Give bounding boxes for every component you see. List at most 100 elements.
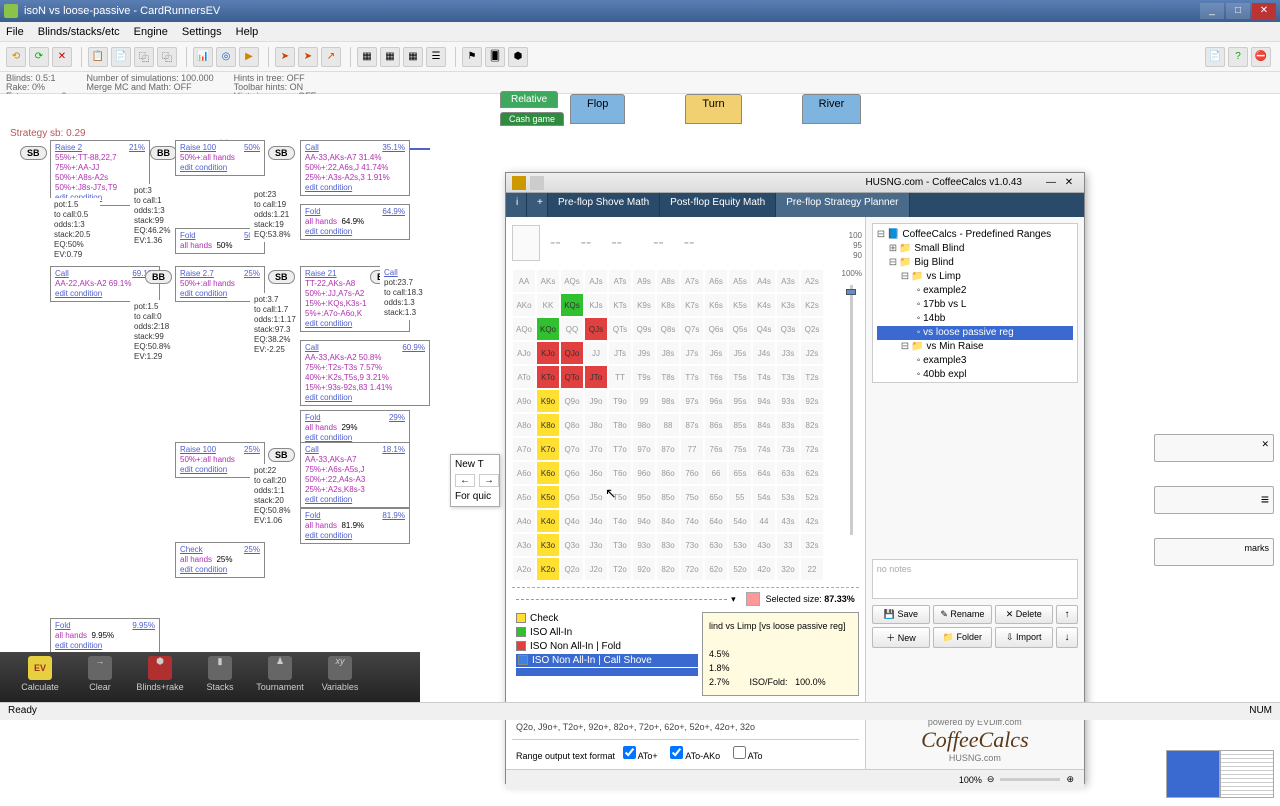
cc-tab-equity[interactable]: Post-flop Equity Math: [660, 193, 776, 217]
arrow1-icon[interactable]: ➤: [275, 47, 295, 67]
grid-cell[interactable]: K8s: [656, 293, 680, 317]
grid-cell[interactable]: 94s: [752, 389, 776, 413]
node-sb2-call[interactable]: Call35.1% AA-33,AKs-A7 31.4% 50%+:22,A6s…: [300, 140, 410, 196]
tournament-button[interactable]: ♟Tournament: [250, 656, 310, 698]
grid-cell[interactable]: 92s: [800, 389, 824, 413]
new-label[interactable]: New T: [455, 459, 484, 470]
new-button[interactable]: ＋ New: [872, 627, 930, 648]
grid-cell[interactable]: A5s: [728, 269, 752, 293]
grid-cell[interactable]: 84o: [656, 509, 680, 533]
grid-cell[interactable]: J9o: [584, 389, 608, 413]
cash-tab[interactable]: Cash game: [500, 112, 564, 126]
grid-cell[interactable]: 62s: [800, 461, 824, 485]
side-close-box[interactable]: ✕: [1154, 434, 1274, 462]
grid-cell[interactable]: QTo: [560, 365, 584, 389]
node-sb6-fold[interactable]: Fold81.9% all hands 81.9% edit condition: [300, 508, 410, 544]
grid-cell[interactable]: 62o: [704, 557, 728, 581]
grid-cell[interactable]: 52s: [800, 485, 824, 509]
node-sb5-call[interactable]: Call60.9% AA-33,AKs-A2 50.8% 75%+:T2s-T3…: [300, 340, 430, 406]
grid-cell[interactable]: 95o: [632, 485, 656, 509]
grid-cell[interactable]: 43s: [776, 509, 800, 533]
folder-button[interactable]: 📁 Folder: [933, 627, 991, 648]
dup2-icon[interactable]: ⿻: [157, 47, 177, 67]
grid-cell[interactable]: 72s: [800, 437, 824, 461]
grid-cell[interactable]: A6s: [704, 269, 728, 293]
grid-cell[interactable]: A7s: [680, 269, 704, 293]
grid-cell[interactable]: 53o: [728, 533, 752, 557]
node-sb5-fold[interactable]: Fold29% all hands 29% edit condition: [300, 410, 410, 446]
grid-cell[interactable]: 86s: [704, 413, 728, 437]
grid-cell[interactable]: 85s: [728, 413, 752, 437]
grid3-icon[interactable]: ▦: [403, 47, 423, 67]
grid-cell[interactable]: AJo: [512, 341, 536, 365]
dup-icon[interactable]: ⿻: [134, 47, 154, 67]
grid-cell[interactable]: 87o: [656, 437, 680, 461]
fmt-atoako[interactable]: ATo-AKo: [670, 751, 720, 761]
grid-cell[interactable]: A2o: [512, 557, 536, 581]
grid-cell[interactable]: 65s: [728, 461, 752, 485]
grid-cell[interactable]: Q7o: [560, 437, 584, 461]
grid-cell[interactable]: J7s: [680, 341, 704, 365]
coins-icon[interactable]: ⬢: [508, 47, 528, 67]
grid-cell[interactable]: K5o: [536, 485, 560, 509]
grid-cell[interactable]: Q2s: [800, 317, 824, 341]
grid-cell[interactable]: 54s: [752, 485, 776, 509]
grid-cell[interactable]: K8o: [536, 413, 560, 437]
board-slot[interactable]: [512, 225, 540, 261]
grid-cell[interactable]: Q4s: [752, 317, 776, 341]
cc-tab-plus[interactable]: +: [527, 193, 548, 217]
grid-cell[interactable]: 98s: [656, 389, 680, 413]
help-icon[interactable]: ?: [1228, 47, 1248, 67]
grid-cell[interactable]: 86o: [656, 461, 680, 485]
grid-cell[interactable]: 72o: [680, 557, 704, 581]
grid-cell[interactable]: AQs: [560, 269, 584, 293]
grid-cell[interactable]: J6s: [704, 341, 728, 365]
grid-cell[interactable]: T4s: [752, 365, 776, 389]
stop-icon[interactable]: ⛔: [1251, 47, 1271, 67]
grid-cell[interactable]: K4s: [752, 293, 776, 317]
grid-cell[interactable]: QJs: [584, 317, 608, 341]
grid-cell[interactable]: KTo: [536, 365, 560, 389]
grid-cell[interactable]: J3o: [584, 533, 608, 557]
grid-cell[interactable]: QQ: [560, 317, 584, 341]
delete-button[interactable]: ✕ Delete: [995, 605, 1053, 624]
grid-cell[interactable]: K7o: [536, 437, 560, 461]
back-icon[interactable]: ⟲: [6, 47, 26, 67]
relative-tab[interactable]: Relative: [500, 91, 558, 108]
grid-cell[interactable]: Q3s: [776, 317, 800, 341]
grid-cell[interactable]: 96o: [632, 461, 656, 485]
grid-cell[interactable]: T8s: [656, 365, 680, 389]
menu-blinds[interactable]: Blinds/stacks/etc: [38, 26, 120, 38]
grid-cell[interactable]: 32o: [776, 557, 800, 581]
grid-cell[interactable]: J2o: [584, 557, 608, 581]
copy-icon[interactable]: 📋: [88, 47, 108, 67]
grid-cell[interactable]: A8o: [512, 413, 536, 437]
import-button[interactable]: ⇩ Import: [995, 627, 1053, 648]
grid-cell[interactable]: J3s: [776, 341, 800, 365]
grid-cell[interactable]: AQo: [512, 317, 536, 341]
node-sb2-fold[interactable]: Fold64.9% all hands 64.9% edit condition: [300, 204, 410, 240]
grid-cell[interactable]: 82s: [800, 413, 824, 437]
grid-cell[interactable]: ATo: [512, 365, 536, 389]
doc-icon-1[interactable]: [1220, 750, 1274, 798]
cc-tab-planner[interactable]: Pre-flop Strategy Planner: [776, 193, 909, 217]
grid-cell[interactable]: Q6o: [560, 461, 584, 485]
grid-cell[interactable]: K4o: [536, 509, 560, 533]
grid-cell[interactable]: AKs: [536, 269, 560, 293]
grid-cell[interactable]: 94o: [632, 509, 656, 533]
grid-cell[interactable]: T2s: [800, 365, 824, 389]
grid-cell[interactable]: T2o: [608, 557, 632, 581]
grid-cell[interactable]: K2s: [800, 293, 824, 317]
grid-cell[interactable]: 55: [728, 485, 752, 509]
grid-cell[interactable]: 33: [776, 533, 800, 557]
grid-cell[interactable]: Q5o: [560, 485, 584, 509]
grid-cell[interactable]: 66: [704, 461, 728, 485]
nav-fwd-icon[interactable]: →: [479, 474, 499, 487]
save-button[interactable]: 💾 Save: [872, 605, 930, 624]
grid-cell[interactable]: 97o: [632, 437, 656, 461]
arrow2-icon[interactable]: ➤: [298, 47, 318, 67]
menu-settings[interactable]: Settings: [182, 26, 222, 38]
cards-icon[interactable]: 🂠: [485, 47, 505, 67]
play-icon[interactable]: ▶: [239, 47, 259, 67]
grid-cell[interactable]: A9o: [512, 389, 536, 413]
